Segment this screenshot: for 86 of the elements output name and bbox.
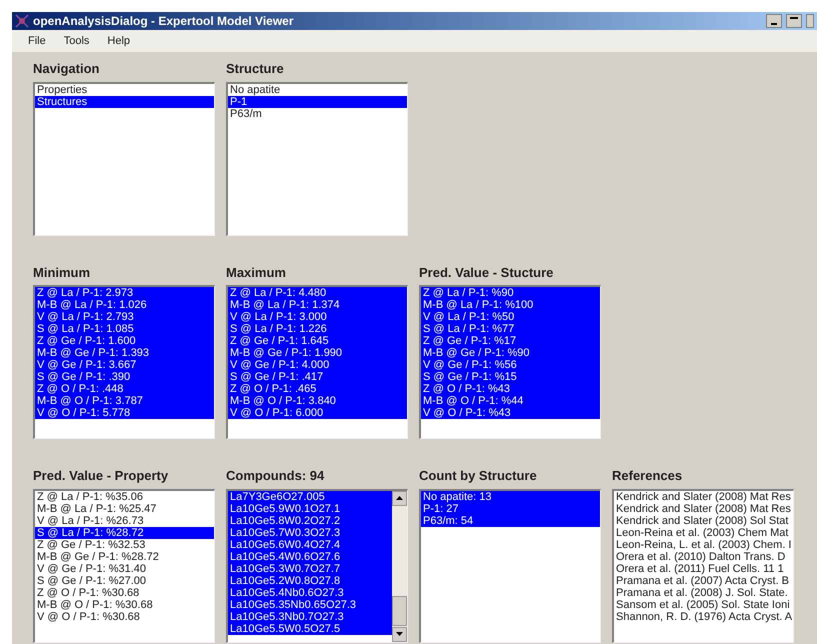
list-item[interactable]: La10Ge5.4W0.6O27.6 — [228, 550, 392, 562]
list-item[interactable]: Z @ Ge / P-1: 1.600 — [35, 335, 214, 347]
list-item[interactable]: Z @ La / P-1: 4.480 — [228, 287, 407, 299]
list-heading: References — [612, 467, 684, 485]
list-box[interactable] — [226, 285, 408, 439]
list-item[interactable]: V @ La / P-1: 2.793 — [35, 311, 214, 323]
list-item[interactable]: La10Ge5.6W0.4O27.4 — [228, 538, 392, 550]
list-item[interactable]: S @ La / P-1: 1.085 — [35, 323, 214, 335]
list-box[interactable]: No apatite P-1 P63/m — [226, 82, 408, 236]
minimize-button[interactable] — [766, 14, 782, 28]
list-heading: Minimum — [33, 264, 92, 282]
list-box[interactable] — [419, 285, 601, 439]
list-item[interactable]: M-B @ Ge / P-1: 1.990 — [228, 347, 407, 359]
maximize-button[interactable] — [786, 14, 802, 28]
list-item[interactable]: V @ Ge / P-1: 4.000 — [228, 359, 407, 371]
list-heading: Count by Structure — [419, 467, 538, 485]
list-item[interactable]: S @ Ge / P-1: .417 — [228, 371, 407, 383]
list-item[interactable]: V @ Ge / P-1: 3.667 — [35, 359, 214, 371]
list-item[interactable]: S @ La / P-1: 1.226 — [228, 323, 407, 335]
list-box[interactable]: No apatite: 13 P-1: 27 P63/m: 54 — [419, 488, 601, 642]
list-item[interactable]: M-B @ La / P-1: 1.374 — [228, 299, 407, 311]
list-heading: Maximum — [226, 264, 287, 282]
list-item[interactable]: V @ La / P-1: %50 — [421, 311, 600, 323]
list-item[interactable]: S @ Ge / P-1: %15 — [421, 371, 600, 383]
list-item[interactable]: M-B @ Ge / P-1: 1.393 — [35, 347, 214, 359]
scroll-up-icon[interactable] — [392, 490, 407, 506]
list-item[interactable]: La10Ge5.7W0.3O27.3 — [228, 526, 392, 538]
list-box[interactable]: Properties Structures — [33, 82, 215, 236]
list-item[interactable]: La10Ge5.8W0.2O27.2 — [228, 514, 392, 526]
list-item[interactable]: Z @ Ge / P-1: 1.645 — [228, 335, 407, 347]
list-item[interactable]: La10Ge5.5W0.5O27.5 — [228, 622, 392, 634]
list-item[interactable]: Leon-Reina, L. et al. (2003) Chem. I — [614, 538, 793, 550]
list-heading: Navigation — [33, 60, 100, 78]
list-item[interactable]: Z @ La / P-1: %90 — [421, 287, 600, 299]
list-item[interactable]: La10Ge5.3Nb0.7O27.3 — [228, 610, 392, 622]
list-box[interactable] — [33, 488, 215, 642]
list-item[interactable]: P-1: 27 — [421, 502, 600, 514]
list-item[interactable]: Z @ La / P-1: 2.973 — [35, 287, 214, 299]
list-item[interactable]: La10Ge5.2W0.8O27.8 — [228, 574, 392, 586]
scroll-down-icon[interactable] — [392, 626, 407, 642]
list-item[interactable]: V @ O / P-1: 6.000 — [228, 407, 407, 419]
scroll-thumb[interactable] — [392, 596, 407, 626]
list-box[interactable] — [612, 488, 794, 642]
list-item[interactable]: La10Ge5.35Nb0.65O27.3 — [228, 598, 392, 610]
menu-item[interactable]: Tools — [64, 32, 90, 50]
list-box[interactable] — [33, 285, 215, 439]
list-item[interactable]: Z @ O / P-1: .465 — [228, 383, 407, 395]
list-item[interactable]: V @ La / P-1: 3.000 — [228, 311, 407, 323]
list-item[interactable]: M-B @ Ge / P-1: %90 — [421, 347, 600, 359]
list-item[interactable]: P-1 — [228, 96, 407, 108]
list-item[interactable]: M-B @ O / P-1: 3.787 — [35, 395, 214, 407]
list-item[interactable]: Z @ O / P-1: %43 — [421, 383, 600, 395]
list-heading: Compounds: 94 — [226, 467, 326, 485]
list-item[interactable]: S @ La / P-1: %28.72 — [35, 526, 214, 538]
list-item[interactable]: Z @ O / P-1: .448 — [35, 383, 214, 395]
list-heading: Structure — [226, 60, 285, 78]
list-item[interactable]: V @ O / P-1: %43 — [421, 407, 600, 419]
close-button[interactable] — [806, 14, 814, 28]
list-heading: Pred. Value - Stucture — [419, 264, 554, 282]
list-item[interactable]: Z @ Ge / P-1: %32.53 — [35, 538, 214, 550]
list-item[interactable]: Structures — [35, 96, 214, 108]
list-item[interactable]: M-B @ La / P-1: %100 — [421, 299, 600, 311]
list-item[interactable]: No apatite: 13 — [421, 490, 600, 502]
list-item[interactable]: P63/m: 54 — [421, 514, 600, 526]
window-title: openAnalysisDialog - Expertool Model Viewer — [33, 13, 294, 30]
list-item[interactable]: Z @ Ge / P-1: %17 — [421, 335, 600, 347]
list-item[interactable]: La7Y3Ge6O27.005 — [228, 490, 392, 502]
list-item[interactable]: V @ O / P-1: 5.778 — [35, 407, 214, 419]
list-item[interactable]: Kendrick and Slater (2008) Mat Res — [614, 502, 793, 514]
list-item[interactable]: M-B @ La / P-1: 1.026 — [35, 299, 214, 311]
list-item[interactable]: M-B @ O / P-1: 3.840 — [228, 395, 407, 407]
list-box[interactable] — [226, 488, 408, 642]
menu-item[interactable]: Help — [107, 32, 130, 50]
list-item[interactable]: S @ La / P-1: %77 — [421, 323, 600, 335]
app-icon — [15, 14, 29, 28]
list-item[interactable]: La10Ge5.3W0.7O27.7 — [228, 562, 392, 574]
menu-item[interactable]: File — [28, 32, 46, 50]
list-item[interactable]: Kendrick and Slater (2008) Mat Res — [614, 490, 793, 502]
list-item[interactable]: V @ Ge / P-1: %56 — [421, 359, 600, 371]
list-heading: Pred. Value - Property — [33, 467, 170, 485]
list-item[interactable]: Shannon, R. D. (1976) Acta Cryst. A — [614, 610, 793, 622]
list-item[interactable]: La10Ge5.4Nb0.6O27.3 — [228, 586, 392, 598]
list-item[interactable]: La10Ge5.9W0.1O27.1 — [228, 502, 392, 514]
scrollbar[interactable] — [392, 490, 407, 642]
list-item[interactable]: S @ Ge / P-1: .390 — [35, 371, 214, 383]
list-item[interactable]: M-B @ O / P-1: %44 — [421, 395, 600, 407]
